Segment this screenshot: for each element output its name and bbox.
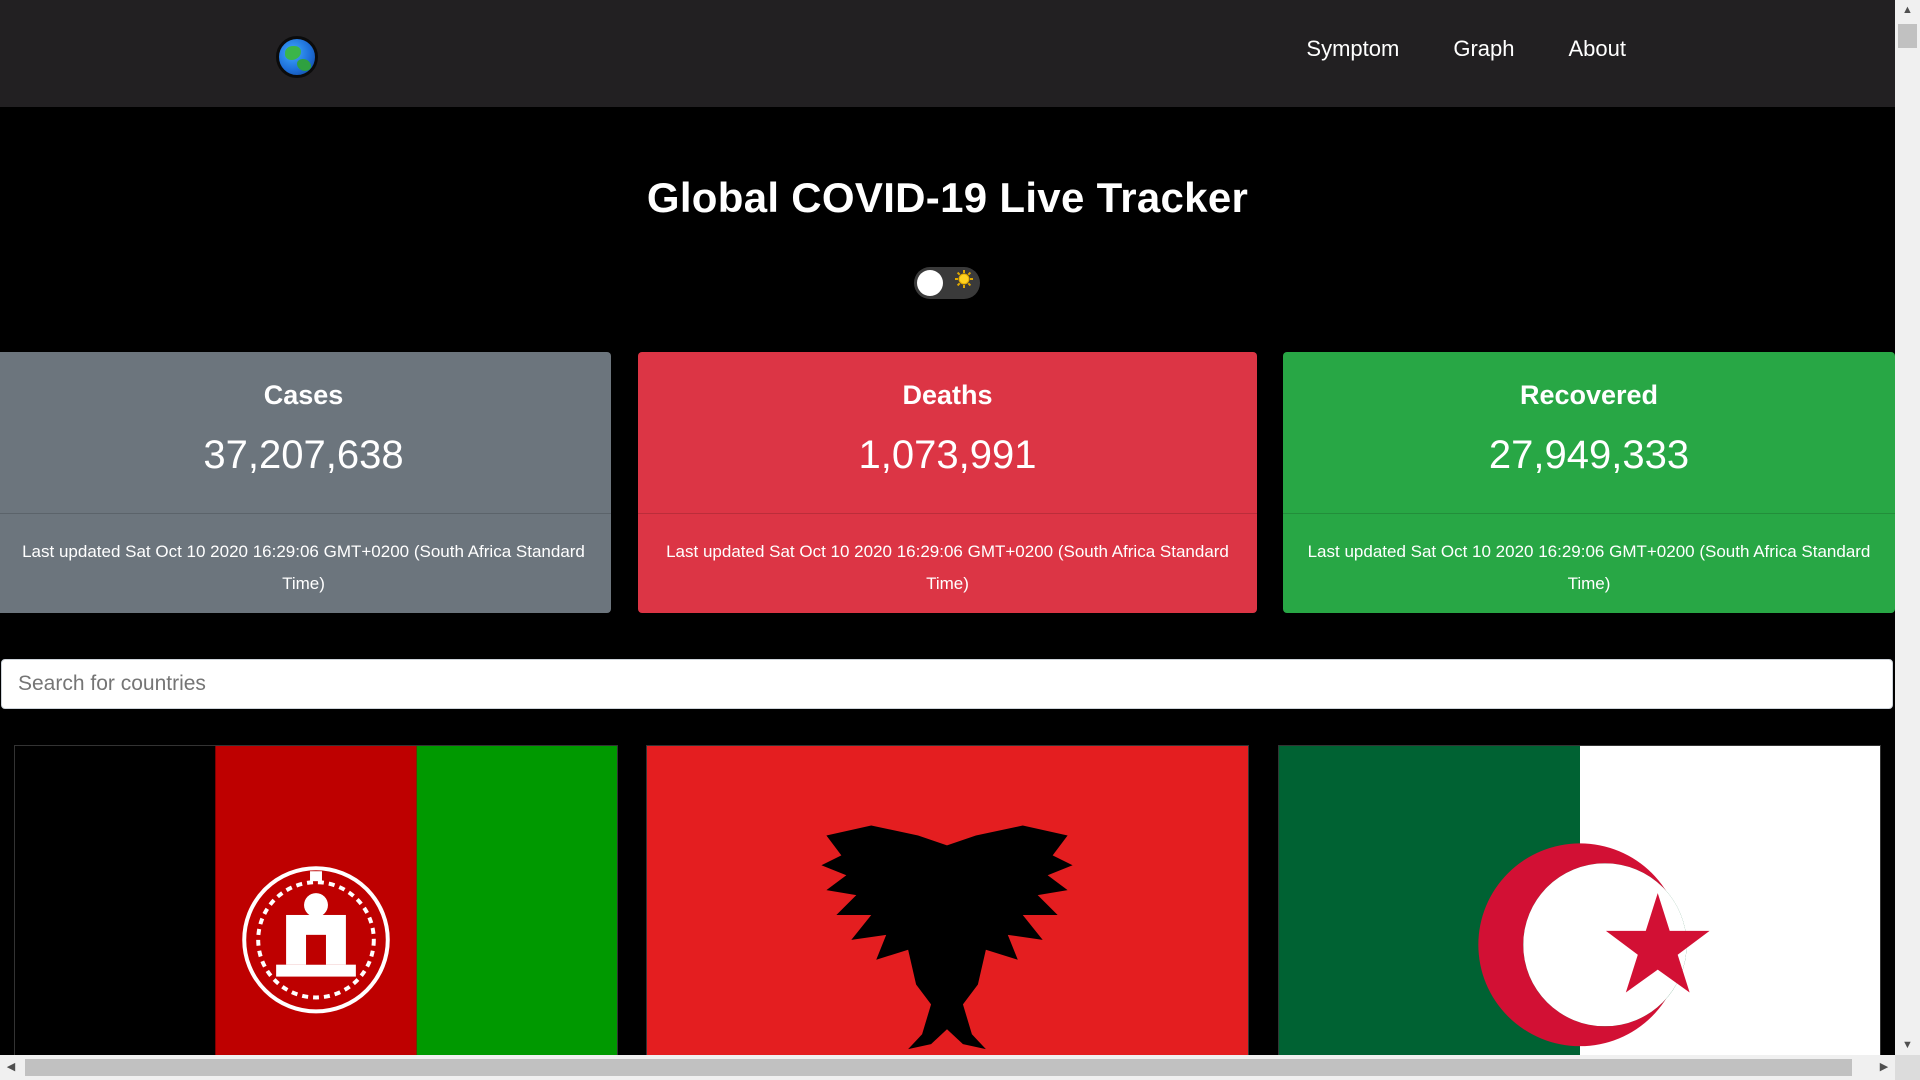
recovered-label: Recovered [1519, 380, 1659, 410]
theme-toggle[interactable] [914, 267, 980, 299]
deaths-value: 1,073,991 [858, 433, 1037, 477]
albania-flag-icon [647, 746, 1248, 1055]
recovered-value: 27,949,333 [1488, 433, 1690, 477]
country-card-algeria[interactable] [1278, 745, 1881, 1055]
page: Symptom Graph About Global COVID-19 Live… [0, 0, 1895, 1055]
horizontal-scrollbar[interactable]: ◀ ▶ [0, 1055, 1895, 1080]
vertical-scroll-thumb[interactable] [1898, 24, 1917, 48]
scroll-down-icon[interactable]: ▼ [1895, 1035, 1920, 1055]
cases-card: Cases 37,207,638 Last updated Sat Oct 10… [0, 352, 611, 613]
page-title: Global COVID-19 Live Tracker [646, 174, 1249, 221]
scroll-right-icon[interactable]: ▶ [1873, 1055, 1895, 1080]
recovered-updated: Last updated Sat Oct 10 2020 16:29:06 GM… [1307, 542, 1871, 593]
scroll-left-icon[interactable]: ◀ [0, 1055, 22, 1080]
country-card-albania[interactable] [646, 745, 1249, 1055]
toggle-knob [917, 270, 943, 296]
cases-label: Cases [263, 380, 344, 410]
deaths-updated: Last updated Sat Oct 10 2020 16:29:06 GM… [666, 542, 1229, 593]
recovered-card: Recovered 27,949,333 Last updated Sat Oc… [1283, 352, 1895, 613]
scroll-up-icon[interactable]: ▲ [1895, 0, 1920, 20]
sun-icon [955, 270, 973, 288]
country-card-afghanistan[interactable] [14, 745, 618, 1055]
country-search-input[interactable] [1, 659, 1893, 709]
deaths-label: Deaths [902, 380, 993, 410]
afghanistan-flag-icon [15, 746, 617, 1055]
nav-link-about[interactable]: About [1569, 36, 1627, 62]
nav-link-symptom[interactable]: Symptom [1306, 36, 1399, 62]
horizontal-scroll-thumb[interactable] [25, 1059, 1852, 1076]
scrollbar-corner [1895, 1055, 1920, 1080]
cases-updated: Last updated Sat Oct 10 2020 16:29:06 GM… [22, 542, 585, 593]
globe-icon[interactable] [276, 36, 318, 78]
cases-value: 37,207,638 [203, 433, 404, 477]
algeria-flag-icon [1279, 746, 1880, 1055]
deaths-card: Deaths 1,073,991 Last updated Sat Oct 10… [638, 352, 1257, 613]
nav-links: Symptom Graph About [1306, 36, 1626, 62]
navbar: Symptom Graph About [0, 0, 1895, 107]
vertical-scrollbar[interactable]: ▲ ▼ [1895, 0, 1920, 1055]
nav-link-graph[interactable]: Graph [1453, 36, 1514, 62]
